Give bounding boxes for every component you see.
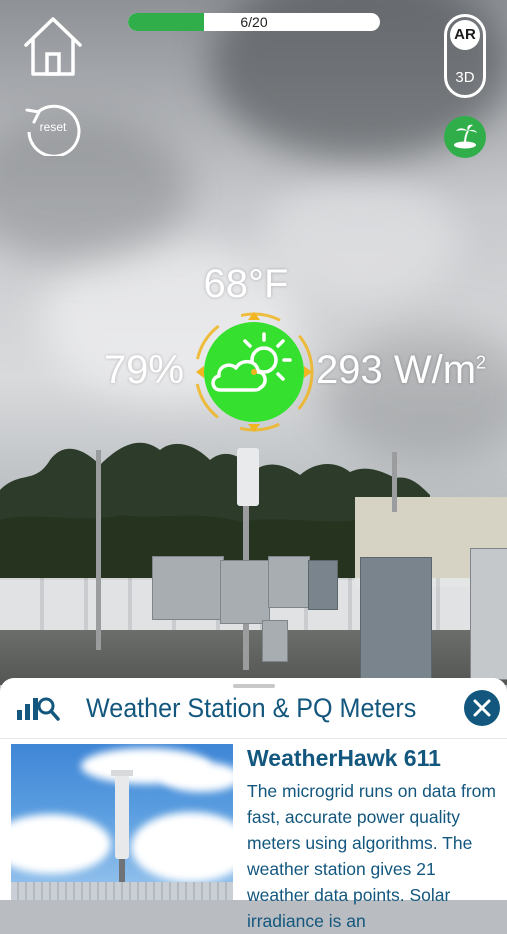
bar-chart-search-icon <box>15 694 61 722</box>
close-icon <box>473 699 491 717</box>
panel-divider <box>0 738 507 739</box>
irradiance-text: 293 W/m <box>316 348 477 392</box>
meter-box <box>220 560 270 624</box>
meter-box <box>152 556 224 620</box>
island-button[interactable] <box>444 116 486 158</box>
meter-box <box>262 620 288 662</box>
weather-sensor <box>237 448 259 506</box>
island-icon <box>454 124 477 149</box>
electrical-cabinet <box>470 548 507 680</box>
panel-title: Weather Station & PQ Meters <box>86 693 417 723</box>
weather-station-marker[interactable] <box>186 310 322 436</box>
close-button[interactable] <box>464 690 500 726</box>
view-mode-toggle[interactable]: AR 3D <box>444 14 486 98</box>
home-icon <box>24 17 82 76</box>
meter-box <box>308 560 338 610</box>
irradiance-exponent: 2 <box>476 352 487 373</box>
electrical-cabinet <box>360 557 432 679</box>
device-photo <box>11 744 233 900</box>
mode-3d-button[interactable]: 3D <box>450 63 480 93</box>
irradiance-value: 293 W/m2 <box>316 348 507 393</box>
utility-pole <box>96 450 101 650</box>
reset-label: reset <box>39 120 67 134</box>
meter-box <box>268 556 310 608</box>
temperature-value: 68°F <box>203 262 289 306</box>
drag-handle[interactable] <box>233 684 275 688</box>
mode-ar-button[interactable]: AR <box>450 20 480 50</box>
utility-pole <box>392 452 397 512</box>
device-description: The microgrid runs on data from fast, ac… <box>247 781 496 931</box>
progress-text: 6/20 <box>240 14 268 30</box>
humidity-value: 79% <box>103 348 184 392</box>
home-button[interactable] <box>20 14 86 78</box>
device-title: WeatherHawk 611 <box>247 745 441 771</box>
progress-bar: 6/20 <box>128 13 380 31</box>
